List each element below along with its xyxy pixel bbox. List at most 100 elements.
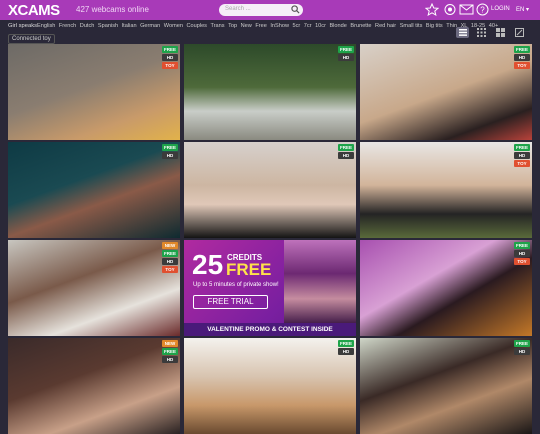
webcam-preview	[360, 44, 532, 140]
webcam-tile[interactable]: NEW FREE HD	[8, 338, 180, 434]
filter-item[interactable]: English	[37, 23, 55, 29]
hd-badge: HD	[337, 348, 354, 355]
filter-item[interactable]: Couples	[186, 23, 207, 29]
free-badge: FREE	[513, 46, 530, 53]
free-badge: FREE	[161, 250, 178, 257]
webcam-preview	[360, 240, 532, 336]
tile-badges: FREE HD TOY	[513, 144, 530, 167]
webcam-tile[interactable]: FREE HD	[360, 338, 532, 434]
filter-item[interactable]: 7cr	[304, 23, 312, 29]
chevron-down-icon: ▾	[526, 7, 530, 13]
filter-item[interactable]: Free	[255, 23, 267, 29]
filter-item[interactable]: French	[59, 23, 76, 29]
hd-badge: HD	[161, 54, 178, 61]
hd-badge: HD	[161, 258, 178, 265]
webcam-tile[interactable]: FREE HD TOY	[360, 44, 532, 140]
tile-badges: FREE HD	[161, 144, 178, 159]
webcam-preview	[8, 44, 180, 140]
svg-text:?: ?	[480, 6, 485, 15]
webcam-preview	[360, 142, 532, 238]
hd-badge: HD	[513, 54, 530, 61]
hd-badge: HD	[513, 152, 530, 159]
free-trial-button[interactable]: FREE TRIAL	[193, 295, 268, 309]
list-view-button[interactable]	[456, 27, 469, 38]
large-grid-button[interactable]	[513, 27, 526, 38]
webcam-tile[interactable]: FREE HD	[184, 142, 356, 238]
new-badge: NEW	[161, 242, 178, 249]
webcam-tile[interactable]: FREE HD	[184, 338, 356, 434]
language-selector[interactable]: EN ▾	[516, 6, 529, 13]
webcam-preview	[184, 44, 356, 140]
filter-item[interactable]: German	[140, 23, 160, 29]
promo-subtitle: Up to 5 minutes of private show!	[193, 282, 279, 288]
webcam-preview	[360, 338, 532, 434]
small-grid-icon	[477, 28, 486, 37]
top-header: XCAMS 427 webcams online Search ... ? LO…	[0, 0, 540, 20]
toy-badge: TOY	[513, 62, 530, 69]
toy-badge: TOY	[513, 258, 530, 265]
messages-icon[interactable]	[459, 3, 474, 16]
site-logo[interactable]: XCAMS	[8, 2, 60, 19]
language-label: EN	[516, 7, 525, 13]
small-grid-button[interactable]	[475, 27, 488, 38]
webcam-preview	[184, 142, 356, 238]
webcam-tile[interactable]: FREE HD TOY	[8, 44, 180, 140]
filter-item[interactable]: InShow	[270, 23, 289, 29]
filter-item[interactable]: Big tits	[426, 23, 443, 29]
toy-badge: TOY	[513, 160, 530, 167]
promo-banner[interactable]: 25 CREDITS FREE Up to 5 minutes of private …	[184, 240, 356, 336]
webcam-tile[interactable]: FREE HD	[8, 142, 180, 238]
filter-item[interactable]: Dutch	[80, 23, 95, 29]
filter-item[interactable]: Spanish	[98, 23, 118, 29]
filter-item[interactable]: Blonde	[329, 23, 346, 29]
filter-item[interactable]: 5cr	[293, 23, 301, 29]
favorite-icon[interactable]	[425, 3, 439, 16]
webcam-tile[interactable]: FREE HD	[184, 44, 356, 140]
filter-label: Girl speaks:	[8, 23, 39, 29]
promo-free: FREE	[226, 260, 272, 279]
hd-badge: HD	[513, 348, 530, 355]
free-badge: FREE	[161, 144, 178, 151]
connected-toy-filter[interactable]: Connected toy	[8, 34, 55, 44]
online-count: 427 webcams online	[76, 5, 149, 14]
hd-badge: HD	[337, 54, 354, 61]
webcam-preview	[8, 240, 180, 336]
login-link[interactable]: LOGIN	[491, 6, 510, 12]
promo-big-number: 25	[192, 249, 224, 280]
new-badge: NEW	[161, 340, 178, 347]
search-icon[interactable]	[291, 5, 300, 14]
view-options	[456, 27, 526, 38]
webcam-tile[interactable]: NEW FREE HD TOY	[8, 240, 180, 336]
fullscreen-icon	[515, 28, 524, 37]
free-badge: FREE	[337, 144, 354, 151]
hd-badge: HD	[337, 152, 354, 159]
webcam-tile[interactable]: FREE HD TOY	[360, 142, 532, 238]
hd-badge: HD	[513, 250, 530, 257]
free-badge: FREE	[337, 46, 354, 53]
free-badge: FREE	[513, 242, 530, 249]
list-icon	[458, 29, 467, 36]
filter-item[interactable]: 10cr	[315, 23, 326, 29]
webcam-preview	[8, 142, 180, 238]
search-input[interactable]: Search ...	[219, 4, 303, 16]
filter-item[interactable]: Small tits	[400, 23, 423, 29]
medium-grid-button[interactable]	[494, 27, 507, 38]
filter-item[interactable]: Italian	[122, 23, 137, 29]
filter-item[interactable]: Red hair	[375, 23, 396, 29]
tile-badges: FREE HD TOY	[513, 46, 530, 69]
help-icon[interactable]: ?	[476, 3, 489, 16]
filter-item[interactable]: Trans	[210, 23, 224, 29]
credits-icon[interactable]	[443, 3, 457, 16]
filter-item[interactable]: Brunette	[350, 23, 371, 29]
webcam-preview	[8, 338, 180, 434]
tile-badges: NEW FREE HD TOY	[161, 242, 178, 273]
filter-item[interactable]: Top	[228, 23, 237, 29]
tile-badges: FREE HD	[337, 144, 354, 159]
filter-item[interactable]: New	[241, 23, 252, 29]
hd-badge: HD	[161, 356, 178, 363]
webcam-preview	[184, 338, 356, 434]
webcam-tile[interactable]: FREE HD TOY	[360, 240, 532, 336]
search-placeholder: Search ...	[225, 6, 251, 12]
medium-grid-icon	[496, 28, 505, 37]
filter-item[interactable]: Women	[164, 23, 183, 29]
